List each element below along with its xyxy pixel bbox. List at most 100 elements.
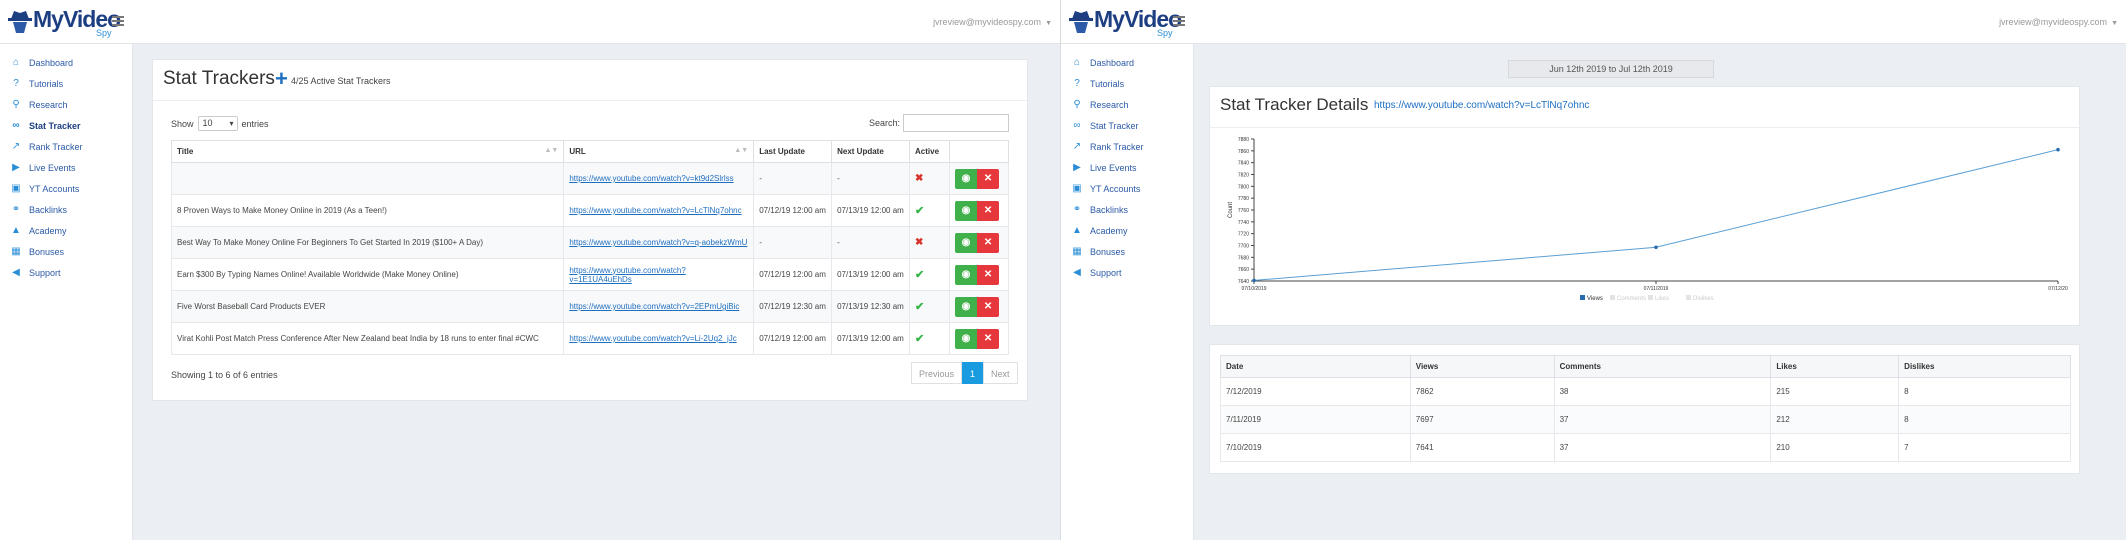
tracker-url-cell: https://www.youtube.com/watch?v=2EPmUgiB… — [563, 290, 755, 323]
sidebar-item-dashboard[interactable]: ⌂ Dashboard — [0, 52, 132, 73]
delete-button[interactable]: ✕ — [977, 328, 1000, 349]
delete-button[interactable]: ✕ — [977, 168, 1000, 189]
view-button[interactable]: ◉ — [955, 200, 978, 221]
column-header-next-update[interactable]: Next Update — [831, 140, 911, 163]
sidebar-item-bonuses[interactable]: ▦ Bonuses — [1061, 241, 1193, 262]
date-range-picker[interactable]: Jun 12th 2019 to Jul 12th 2019 — [1508, 60, 1714, 78]
sidebar-item-academy[interactable]: ▲ Academy — [0, 220, 132, 241]
sidebar-item-label: Academy — [29, 225, 67, 236]
sidebar-item-backlinks[interactable]: ⚭ Backlinks — [1061, 199, 1193, 220]
entries-label: entries — [241, 118, 269, 129]
active-status: ✔ — [909, 194, 951, 227]
sidebar-item-rank-tracker[interactable]: ↗ Rank Tracker — [1061, 136, 1193, 157]
page-size-select[interactable]: 10 — [197, 116, 238, 131]
add-tracker-icon[interactable]: + — [275, 68, 288, 90]
user-menu[interactable]: jvreview@myvideospy.com ▼ — [1999, 17, 2118, 27]
sidebar: ⌂ Dashboard ? Tutorials ⚲ Research ∞ Stat Tr… — [1061, 44, 1194, 540]
showing-entries: Showing 1 to 6 of 6 entries — [171, 370, 278, 380]
active-status: ✔ — [909, 322, 951, 355]
table-row: 8 Proven Ways to Make Money Online in 20… — [170, 194, 1009, 227]
sidebar-item-label: Dashboard — [1090, 57, 1135, 68]
legend-label[interactable]: Comments — [1617, 296, 1646, 302]
search-icon: ⚲ — [12, 99, 20, 110]
x-tick-label: 07/12/20 — [2048, 286, 2068, 292]
page-1-button[interactable]: 1 — [962, 362, 984, 384]
legend-swatch[interactable] — [1686, 295, 1691, 300]
user-menu[interactable]: jvreview@myvideospy.com ▼ — [933, 17, 1052, 27]
sidebar-item-backlinks[interactable]: ⚭ Backlinks — [0, 199, 132, 220]
eye-icon: ◉ — [961, 332, 971, 344]
delete-button[interactable]: ✕ — [977, 296, 1000, 317]
view-button[interactable]: ◉ — [955, 168, 978, 189]
column-header-last-update[interactable]: Last Update — [753, 140, 833, 163]
sidebar-item-bonuses[interactable]: ▦ Bonuses — [0, 241, 132, 262]
legend-label[interactable]: Dislikes — [1693, 296, 1714, 302]
menu-toggle-icon[interactable] — [112, 16, 124, 26]
youtube-icon: ▣ — [11, 183, 21, 194]
views-data-point[interactable] — [1654, 245, 1658, 250]
legend-label[interactable]: Likes — [1655, 296, 1669, 302]
tracker-url-link[interactable]: https://www.youtube.com/watch?v=1E1UA4uE… — [569, 266, 686, 284]
video-url-link[interactable]: https://www.youtube.com/watch?v=LcTlNq7o… — [1374, 100, 1589, 111]
search-input[interactable] — [903, 114, 1009, 132]
sidebar-item-support[interactable]: ◀ Support — [0, 262, 132, 283]
stat-tracker-details-card: Stat Tracker Details https://www.youtube… — [1209, 86, 2080, 326]
tracker-url-link[interactable]: https://www.youtube.com/watch?v=Li-2Uq2_… — [569, 334, 736, 343]
legend-swatch[interactable] — [1580, 295, 1585, 300]
table-row: Virat Kohli Post Match Press Conference … — [170, 322, 1009, 355]
sidebar-item-yt-accounts[interactable]: ▣ YT Accounts — [1061, 178, 1193, 199]
view-button[interactable]: ◉ — [955, 328, 978, 349]
next-page-button[interactable]: Next — [983, 362, 1018, 384]
column-header-active[interactable]: Active — [909, 140, 951, 163]
x-mark-icon: ✖ — [915, 237, 924, 248]
sidebar-item-rank-tracker[interactable]: ↗ Rank Tracker — [0, 136, 132, 157]
sidebar-item-tutorials[interactable]: ? Tutorials — [1061, 73, 1193, 94]
tracker-title: Virat Kohli Post Match Press Conference … — [170, 322, 565, 355]
view-button[interactable]: ◉ — [955, 264, 978, 285]
sidebar-item-stat-tracker[interactable]: ∞ Stat Tracker — [0, 115, 132, 136]
sidebar-item-tutorials[interactable]: ? Tutorials — [0, 73, 132, 94]
delete-button[interactable]: ✕ — [977, 264, 1000, 285]
sidebar-item-support[interactable]: ◀ Support — [1061, 262, 1193, 283]
history-likes: 212 — [1770, 405, 1900, 434]
sidebar-item-academy[interactable]: ▲ Academy — [1061, 220, 1193, 241]
active-status: ✖ — [909, 226, 951, 259]
details-title: Stat Tracker Details — [1220, 95, 1369, 114]
legend-label[interactable]: Views — [1587, 296, 1603, 302]
spy-hat-icon — [1069, 11, 1093, 33]
tracker-url-link[interactable]: https://www.youtube.com/watch?v=LcTlNq7o… — [569, 206, 741, 215]
tracker-url-link[interactable]: https://www.youtube.com/watch?v=2EPmUgiB… — [569, 302, 739, 311]
column-header-title[interactable]: Title ▲▼ — [170, 140, 565, 163]
question-icon: ? — [13, 78, 19, 89]
next-update: - — [831, 226, 911, 259]
delete-button[interactable]: ✕ — [977, 232, 1000, 253]
sidebar-item-label: Research — [1090, 99, 1129, 110]
views-data-point[interactable] — [2056, 147, 2060, 152]
legend-swatch[interactable] — [1610, 295, 1615, 300]
column-header-views: Views — [1409, 355, 1555, 378]
previous-page-button[interactable]: Previous — [911, 362, 963, 384]
close-icon: ✕ — [983, 268, 993, 280]
check-icon: ✔ — [915, 269, 925, 281]
sidebar-item-research[interactable]: ⚲ Research — [0, 94, 132, 115]
view-button[interactable]: ◉ — [955, 296, 978, 317]
view-button[interactable]: ◉ — [955, 232, 978, 253]
tracker-url-link[interactable]: https://www.youtube.com/watch?v=q-aobekz… — [569, 238, 747, 247]
next-update: - — [831, 162, 911, 195]
menu-toggle-icon[interactable] — [1173, 16, 1185, 26]
youtube-icon: ▣ — [1072, 183, 1082, 194]
sidebar-item-research[interactable]: ⚲ Research — [1061, 94, 1193, 115]
logo[interactable]: MyVideo Spy — [8, 6, 128, 40]
column-header-actions — [949, 140, 1009, 163]
logo[interactable]: MyVideo Spy — [1069, 6, 1189, 40]
sidebar-item-live-events[interactable]: ▶ Live Events — [0, 157, 132, 178]
tracker-url-link[interactable]: https://www.youtube.com/watch?v=kt9d2Slr… — [569, 174, 733, 183]
delete-button[interactable]: ✕ — [977, 200, 1000, 221]
sidebar-item-yt-accounts[interactable]: ▣ YT Accounts — [0, 178, 132, 199]
column-header-url[interactable]: URL ▲▼ — [563, 140, 755, 163]
sidebar-item-dashboard[interactable]: ⌂ Dashboard — [1061, 52, 1193, 73]
sidebar-item-stat-tracker[interactable]: ∞ Stat Tracker — [1061, 115, 1193, 136]
views-data-point[interactable] — [1252, 278, 1256, 283]
legend-swatch[interactable] — [1648, 295, 1653, 300]
sidebar-item-live-events[interactable]: ▶ Live Events — [1061, 157, 1193, 178]
